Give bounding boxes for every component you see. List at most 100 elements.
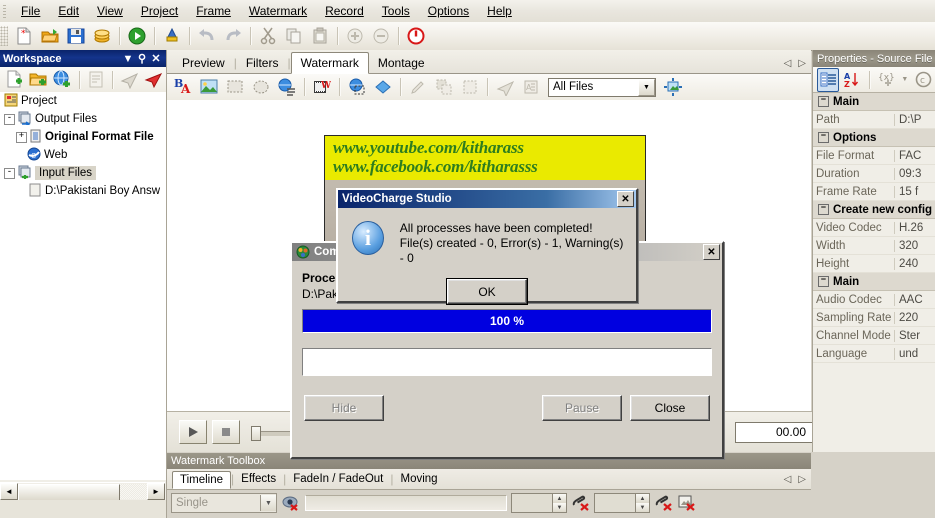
wmtab-timeline[interactable]: Timeline — [172, 470, 232, 489]
menu-record[interactable]: Record — [316, 2, 373, 20]
property-row[interactable]: Path D:\P — [813, 111, 935, 129]
save-project-icon[interactable] — [64, 24, 88, 48]
tree-expander-original-format-file[interactable]: + — [16, 131, 27, 143]
wmtab-moving[interactable]: Moving — [394, 471, 445, 487]
batch-icon[interactable] — [90, 24, 114, 48]
property-row[interactable]: Audio Codec AAC — [813, 291, 935, 309]
property-value[interactable]: 15 f — [894, 185, 935, 198]
spin-up-icon[interactable]: ▲ — [553, 494, 566, 503]
pause-button[interactable]: Pause — [542, 395, 622, 421]
property-row[interactable]: Frame Rate 15 f — [813, 183, 935, 201]
add-video-watermark-icon[interactable]: W — [310, 75, 334, 99]
tab-montage[interactable]: Montage — [369, 53, 434, 73]
menu-project[interactable]: Project — [132, 2, 187, 20]
timeline-end-field[interactable] — [595, 494, 635, 512]
scroll-track[interactable] — [18, 484, 147, 501]
menu-file[interactable]: File — [12, 2, 49, 20]
menu-help[interactable]: Help — [478, 2, 521, 20]
delete-icon[interactable] — [143, 68, 165, 92]
wmtab-effects[interactable]: Effects — [234, 471, 283, 487]
wmtab-nav-prev-icon[interactable]: ◁ — [784, 474, 792, 485]
menu-watermark[interactable]: Watermark — [240, 2, 316, 20]
tree-item-input-files[interactable]: - Input Files — [0, 164, 166, 182]
reset-timeline-icon[interactable] — [677, 494, 696, 512]
tree-item-project[interactable]: Project — [0, 92, 166, 110]
message-dialog[interactable]: VideoCharge Studio ✕ i All processes hav… — [336, 188, 638, 304]
property-value[interactable]: 09:3 — [894, 167, 935, 180]
play-button[interactable] — [179, 420, 207, 444]
timeline-track[interactable] — [305, 495, 507, 511]
add-web-icon[interactable] — [52, 68, 74, 92]
property-category-row[interactable]: − Main — [813, 93, 935, 111]
hide-button[interactable]: Hide — [304, 395, 384, 421]
property-row[interactable]: Width 320 — [813, 237, 935, 255]
property-row[interactable]: Video Codec H.26 — [813, 219, 935, 237]
add-variable-icon[interactable]: {x} — [875, 68, 897, 92]
chevron-down-icon[interactable]: ▼ — [638, 78, 655, 96]
cut-icon[interactable] — [256, 24, 280, 48]
zoom-out-icon[interactable] — [369, 24, 393, 48]
property-value[interactable]: AAC — [894, 293, 935, 306]
workspace-pin-icon[interactable]: ⚲ — [135, 52, 149, 65]
property-category-row[interactable]: − Create new config — [813, 201, 935, 219]
clear-start-marker-icon[interactable] — [571, 494, 590, 512]
export-icon[interactable] — [118, 68, 140, 92]
tree-item-web[interactable]: e Web — [0, 146, 166, 164]
watermark-overlay[interactable]: www.youtube.com/kitharass www.facebook.c… — [325, 136, 645, 180]
copyright-icon[interactable]: c — [913, 68, 935, 92]
clear-end-marker-icon[interactable] — [654, 494, 673, 512]
exit-icon[interactable] — [404, 24, 428, 48]
property-row[interactable]: Height 240 — [813, 255, 935, 273]
tree-item-original-format-file[interactable]: + Original Format File — [0, 128, 166, 146]
message-dialog-titlebar[interactable]: VideoCharge Studio ✕ — [338, 190, 636, 208]
paste-icon[interactable] — [308, 24, 332, 48]
property-value[interactable]: H.26 — [894, 221, 935, 234]
add-text-watermark-icon[interactable]: BA — [171, 75, 195, 99]
workspace-close-icon[interactable]: ✕ — [149, 52, 163, 65]
tab-preview[interactable]: Preview — [173, 53, 234, 73]
add-rectangle-icon[interactable] — [223, 75, 247, 99]
category-expander-icon[interactable]: − — [818, 276, 829, 287]
playback-slider-thumb[interactable] — [251, 425, 261, 441]
variable-dropdown-icon[interactable]: ▼ — [899, 68, 910, 92]
chevron-down-icon[interactable]: ▼ — [260, 495, 276, 511]
scroll-left-button[interactable]: ◄ — [0, 483, 18, 500]
category-expander-icon[interactable]: − — [818, 204, 829, 215]
spin-down-icon[interactable]: ▼ — [636, 503, 649, 512]
tab-watermark[interactable]: Watermark — [290, 52, 369, 74]
spin-up-icon[interactable]: ▲ — [636, 494, 649, 503]
property-row[interactable]: File Format FAC — [813, 147, 935, 165]
watermark-shape-icon[interactable] — [371, 75, 395, 99]
workspace-dropdown-icon[interactable]: ▼ — [121, 53, 135, 65]
workspace-horizontal-scrollbar[interactable]: ◄ ► — [0, 482, 165, 501]
menu-frame[interactable]: Frame — [187, 2, 240, 20]
wizard-icon[interactable] — [160, 24, 184, 48]
file-filter-combo[interactable]: All Files ▼ — [548, 77, 656, 97]
property-row[interactable]: Sampling Rate 220 — [813, 309, 935, 327]
timeline-start-spin-arrows[interactable]: ▲ ▼ — [552, 494, 566, 512]
new-project-icon[interactable]: * — [12, 24, 36, 48]
message-dialog-close-button[interactable]: ✕ — [617, 191, 634, 207]
close-button[interactable]: Close — [630, 395, 710, 421]
wmtab-fadein-fadeout[interactable]: FadeIn / FadeOut — [286, 471, 390, 487]
zoom-in-icon[interactable] — [343, 24, 367, 48]
add-image-watermark-icon[interactable] — [197, 75, 221, 99]
progress-log-box[interactable] — [302, 348, 712, 376]
property-value[interactable]: FAC — [894, 149, 935, 162]
watermark-list-icon[interactable]: A — [519, 75, 543, 99]
brush-icon[interactable] — [406, 75, 430, 99]
categorized-view-icon[interactable] — [817, 67, 840, 92]
spin-down-icon[interactable]: ▼ — [553, 503, 566, 512]
property-row[interactable]: Channel Mode Ster — [813, 327, 935, 345]
edit-properties-icon[interactable] — [85, 68, 107, 92]
watermark-position-icon[interactable] — [345, 75, 369, 99]
wmtab-nav-next-icon[interactable]: ▷ — [798, 474, 806, 485]
timeline-end-spinner[interactable]: ▲ ▼ — [594, 493, 650, 513]
toolbar-grip[interactable] — [0, 26, 8, 46]
duplicate-icon[interactable] — [432, 75, 456, 99]
redo-icon[interactable] — [221, 24, 245, 48]
stop-button[interactable] — [212, 420, 240, 444]
open-project-icon[interactable] — [38, 24, 62, 48]
timeline-start-spinner[interactable]: ▲ ▼ — [511, 493, 567, 513]
add-ellipse-icon[interactable] — [249, 75, 273, 99]
